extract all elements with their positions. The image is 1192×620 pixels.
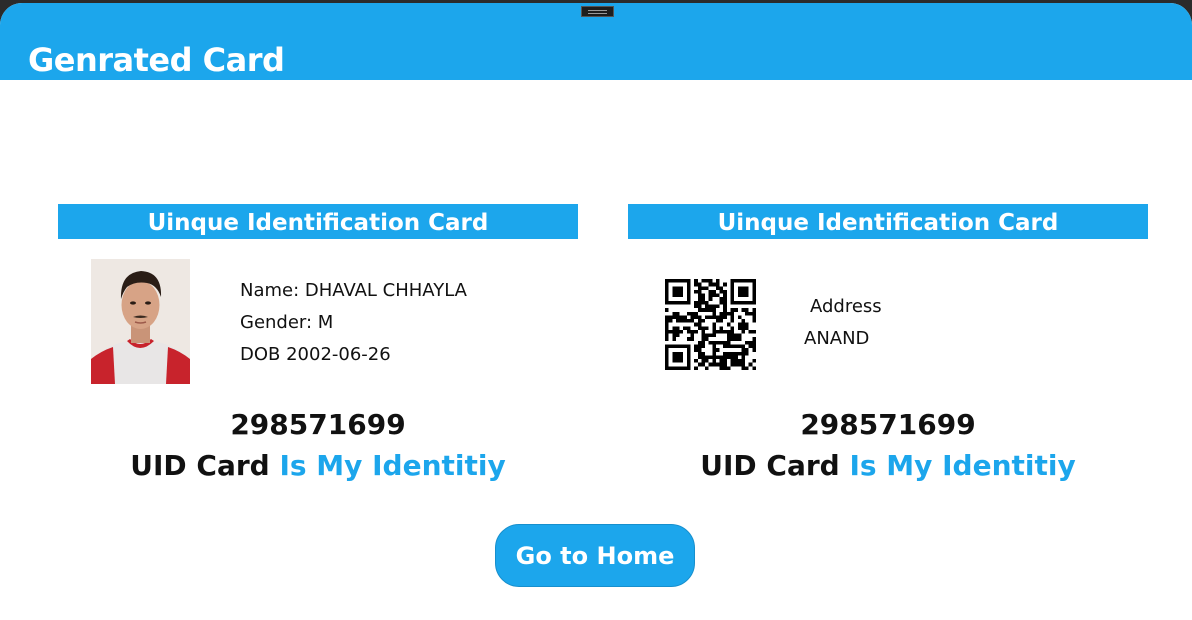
id-card-back: Uinque Identification Card Address ANAND… — [628, 204, 1148, 484]
tagline-accent: Is My Identitiy — [279, 449, 506, 482]
dob-field: DOB 2002-06-26 — [240, 344, 391, 365]
user-photo — [91, 259, 190, 384]
qr-code-icon — [665, 279, 756, 370]
tagline: UID Card Is My Identitiy — [58, 448, 578, 484]
tagline-accent: Is My Identitiy — [849, 449, 1076, 482]
page-title: Genrated Card — [28, 41, 285, 79]
tagline-main: UID Card — [700, 449, 850, 482]
window-drag-handle[interactable] — [581, 6, 614, 17]
go-to-home-button[interactable]: Go to Home — [495, 524, 695, 587]
id-card-front: Uinque Identification Card Name: DHAVAL … — [58, 204, 578, 484]
name-field: Name: DHAVAL CHHAYLA — [240, 280, 467, 301]
card-banner: Uinque Identification Card — [628, 204, 1148, 239]
card-banner: Uinque Identification Card — [58, 204, 578, 239]
uid-number: 298571699 — [230, 408, 406, 441]
tagline: UID Card Is My Identitiy — [628, 448, 1148, 484]
address-value: ANAND — [804, 328, 870, 349]
tagline-main: UID Card — [130, 449, 280, 482]
address-label: Address — [810, 296, 882, 317]
gender-field: Gender: M — [240, 312, 334, 333]
app-window: Genrated Card Uinque Identification Card — [0, 3, 1192, 620]
uid-number: 298571699 — [800, 408, 976, 441]
